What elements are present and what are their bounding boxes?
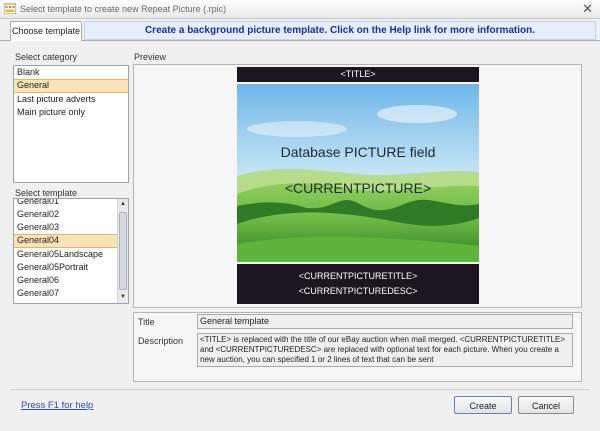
create-button[interactable]: Create [454, 396, 512, 414]
app-logo-icon [4, 3, 16, 14]
preview-landscape-image [237, 84, 479, 262]
select-template-label: Select template [15, 188, 78, 198]
preview-footer-desc: <CURRENTPICTUREDESC> [298, 286, 418, 296]
scroll-up-icon[interactable]: ▲ [118, 199, 128, 210]
preview-picture-field-text: Database PICTURE field [280, 144, 436, 160]
preview-footer-title: <CURRENTPICTURETITLE> [298, 271, 418, 281]
template-item-general01[interactable]: General01 [14, 199, 128, 208]
category-item-last-picture-adverts[interactable]: Last picture adverts [14, 93, 128, 106]
template-item-general05portrait[interactable]: General05Portrait [14, 261, 128, 274]
scroll-thumb[interactable] [119, 212, 127, 290]
instruction-banner: Create a background picture template. Cl… [84, 21, 596, 40]
close-icon[interactable]: ✕ [582, 1, 593, 17]
window-titlebar[interactable]: Select template to create new Repeat Pic… [0, 0, 600, 19]
title-field: General template [197, 314, 573, 329]
category-item-main-picture-only[interactable]: Main picture only [14, 106, 128, 119]
category-item-general[interactable]: General [14, 79, 128, 93]
template-item-general07[interactable]: General07 [14, 287, 128, 300]
template-item-general05landscape[interactable]: General05Landscape [14, 248, 128, 261]
description-field: <TITLE> is replaced with the title of ou… [197, 333, 573, 367]
description-label: Description [138, 336, 184, 346]
title-label: Title [138, 317, 155, 327]
footer-divider [10, 389, 590, 390]
category-item-blank[interactable]: Blank [14, 66, 128, 79]
template-item-general04[interactable]: General04 [14, 234, 128, 248]
scroll-down-icon[interactable]: ▼ [118, 292, 128, 303]
category-listbox[interactable]: Blank General Last picture adverts Main … [13, 65, 129, 183]
template-item-general06[interactable]: General06 [14, 274, 128, 287]
preview-title-bar: <TITLE> [237, 67, 479, 82]
preview-label: Preview [134, 52, 167, 62]
tab-strip-divider [0, 40, 600, 41]
template-scrollbar[interactable]: ▲ ▼ [117, 199, 128, 303]
cancel-button[interactable]: Cancel [518, 396, 574, 414]
template-listbox[interactable]: General01 General02 General03 General04 … [13, 198, 129, 304]
window-title: Select template to create new Repeat Pic… [20, 4, 227, 14]
preview-current-picture-text: <CURRENTPICTURE> [284, 180, 432, 196]
select-category-label: Select category [15, 52, 78, 62]
preview-footer-bar: <CURRENTPICTURETITLE> <CURRENTPICTUREDES… [237, 264, 479, 304]
tab-choose-template[interactable]: Choose template [10, 21, 82, 41]
template-item-general02[interactable]: General02 [14, 208, 128, 221]
template-item-general03[interactable]: General03 [14, 221, 128, 234]
help-link[interactable]: Press F1 for help [21, 400, 93, 411]
